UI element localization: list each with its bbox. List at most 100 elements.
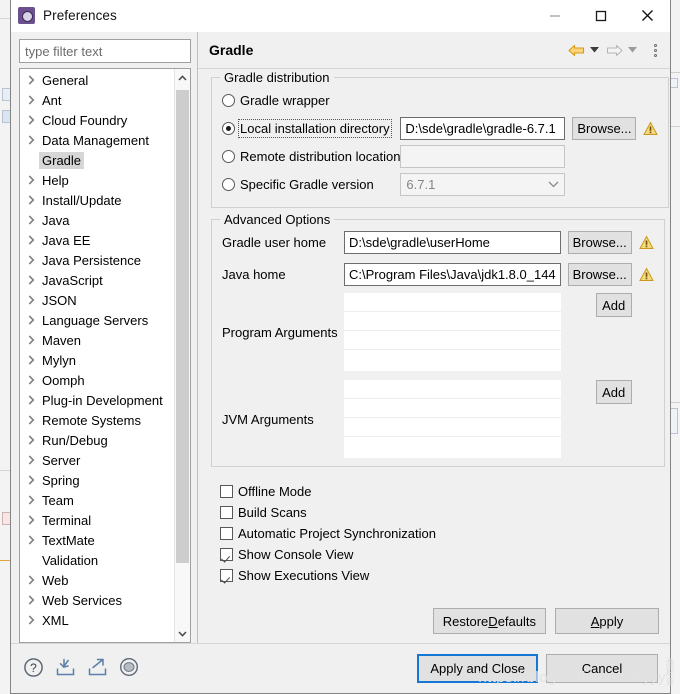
- sidebar-item-json[interactable]: JSON: [20, 290, 174, 310]
- sidebar-item-java-persistence[interactable]: Java Persistence: [20, 250, 174, 270]
- chevron-right-icon[interactable]: [24, 375, 39, 385]
- list-item[interactable]: [344, 399, 561, 418]
- sidebar-item-spring[interactable]: Spring: [20, 470, 174, 490]
- sidebar-item-data-management[interactable]: Data Management: [20, 130, 174, 150]
- list-item[interactable]: [344, 312, 561, 331]
- list-item[interactable]: [344, 331, 561, 350]
- chevron-right-icon[interactable]: [24, 115, 39, 125]
- preferences-tree[interactable]: General Ant Cloud Foundry Data Management Gr…: [20, 69, 174, 642]
- checkbox-row-show-executions-view[interactable]: Show Executions View: [220, 565, 659, 586]
- sidebar-item-mylyn[interactable]: Mylyn: [20, 350, 174, 370]
- sidebar-item-maven[interactable]: Maven: [20, 330, 174, 350]
- sidebar-item-xml[interactable]: XML: [20, 610, 174, 630]
- chevron-right-icon[interactable]: [24, 275, 39, 285]
- sidebar-item-language-servers[interactable]: Language Servers: [20, 310, 174, 330]
- sidebar-item-cloud-foundry[interactable]: Cloud Foundry: [20, 110, 174, 130]
- gradle-user-home-input[interactable]: D:\sde\gradle\userHome: [344, 230, 561, 254]
- sidebar-item-textmate[interactable]: TextMate: [20, 530, 174, 550]
- help-icon[interactable]: ?: [23, 657, 44, 681]
- checkbox-row-build-scans[interactable]: Build Scans: [220, 502, 659, 523]
- sidebar-item-general[interactable]: General: [20, 70, 174, 90]
- sidebar-item-ant[interactable]: Ant: [20, 90, 174, 110]
- browse-java-home-button[interactable]: Browse...: [567, 262, 632, 286]
- program-arguments-list[interactable]: [344, 293, 561, 371]
- chevron-right-icon[interactable]: [24, 315, 39, 325]
- chevron-right-icon[interactable]: [24, 615, 39, 625]
- chevron-right-icon[interactable]: [24, 495, 39, 505]
- sidebar-item-java[interactable]: Java: [20, 210, 174, 230]
- browse-gradle-user-home-button[interactable]: Browse...: [567, 230, 632, 254]
- radio-gradle-wrapper[interactable]: [222, 93, 235, 107]
- chevron-right-icon[interactable]: [24, 355, 39, 365]
- checkbox-row-offline-mode[interactable]: Offline Mode: [220, 481, 659, 502]
- tree-scrollbar[interactable]: [174, 69, 190, 642]
- sidebar-item-terminal[interactable]: Terminal: [20, 510, 174, 530]
- radio-row-local-installation[interactable]: Local installation directory D:\sde\grad…: [222, 115, 659, 141]
- sidebar-item-team[interactable]: Team: [20, 490, 174, 510]
- radio-remote-distribution-location[interactable]: [222, 149, 235, 163]
- tree-scrollbar-thumb[interactable]: [176, 90, 189, 563]
- scroll-up-arrow[interactable]: [175, 69, 190, 86]
- add-program-argument-button[interactable]: Add: [595, 293, 632, 317]
- checkbox-automatic-project-synchronization[interactable]: [220, 527, 233, 540]
- specific-gradle-version-dropdown[interactable]: 6.7.1: [400, 172, 566, 196]
- chevron-right-icon[interactable]: [24, 295, 39, 305]
- back-dropdown-caret[interactable]: [590, 46, 599, 55]
- chevron-right-icon[interactable]: [24, 175, 39, 185]
- radio-row-specific-version[interactable]: Specific Gradle version 6.7.1: [222, 171, 658, 197]
- remote-distribution-input[interactable]: [400, 144, 566, 168]
- checkbox-row-automatic-project-synchronization[interactable]: Automatic Project Synchronization: [220, 523, 659, 544]
- chevron-right-icon[interactable]: [24, 515, 39, 525]
- view-menu-icon[interactable]: [648, 43, 662, 57]
- list-item[interactable]: [344, 437, 561, 456]
- back-arrow-icon[interactable]: [566, 44, 587, 57]
- chevron-right-icon[interactable]: [24, 415, 39, 425]
- cancel-button[interactable]: Cancel: [546, 654, 658, 683]
- sidebar-item-install-update[interactable]: Install/Update: [20, 190, 174, 210]
- checkbox-offline-mode[interactable]: [220, 485, 233, 498]
- sidebar-item-validation[interactable]: Validation: [20, 550, 174, 570]
- list-item[interactable]: [344, 350, 561, 369]
- close-button[interactable]: [624, 0, 670, 31]
- sidebar-item-run-debug[interactable]: Run/Debug: [20, 430, 174, 450]
- chevron-right-icon[interactable]: [24, 535, 39, 545]
- sidebar-item-server[interactable]: Server: [20, 450, 174, 470]
- radio-local-installation-directory[interactable]: [222, 121, 235, 135]
- apply-and-close-button[interactable]: Apply and Close: [417, 654, 538, 683]
- scroll-down-arrow[interactable]: [175, 625, 190, 642]
- chevron-right-icon[interactable]: [24, 235, 39, 245]
- radio-specific-gradle-version[interactable]: [222, 177, 235, 191]
- chevron-right-icon[interactable]: [24, 455, 39, 465]
- filter-input[interactable]: type filter text: [19, 39, 191, 63]
- chevron-right-icon[interactable]: [24, 435, 39, 445]
- chevron-right-icon[interactable]: [24, 475, 39, 485]
- checkbox-row-show-console-view[interactable]: Show Console View: [220, 544, 659, 565]
- browse-local-installation-button[interactable]: Browse...: [572, 116, 637, 140]
- sidebar-item-web[interactable]: Web: [20, 570, 174, 590]
- chevron-right-icon[interactable]: [24, 395, 39, 405]
- minimize-button[interactable]: [532, 0, 578, 31]
- radio-row-gradle-wrapper[interactable]: Gradle wrapper: [222, 87, 658, 113]
- sidebar-item-help[interactable]: Help: [20, 170, 174, 190]
- list-item[interactable]: [344, 418, 561, 437]
- chevron-right-icon[interactable]: [24, 135, 39, 145]
- checkbox-show-console-view[interactable]: [220, 548, 233, 561]
- java-home-input[interactable]: C:\Program Files\Java\jdk1.8.0_144: [344, 262, 561, 286]
- local-installation-directory-input[interactable]: D:\sde\gradle\gradle-6.7.1: [400, 116, 566, 140]
- sidebar-item-oomph[interactable]: Oomph: [20, 370, 174, 390]
- maximize-button[interactable]: [578, 0, 624, 31]
- chevron-right-icon[interactable]: [24, 335, 39, 345]
- add-jvm-argument-button[interactable]: Add: [595, 380, 632, 404]
- chevron-right-icon[interactable]: [24, 75, 39, 85]
- chevron-right-icon[interactable]: [24, 595, 39, 605]
- jvm-arguments-list[interactable]: [344, 380, 561, 458]
- import-icon[interactable]: [55, 657, 76, 681]
- list-item[interactable]: [344, 293, 561, 312]
- sidebar-item-java-ee[interactable]: Java EE: [20, 230, 174, 250]
- radio-row-remote-distribution[interactable]: Remote distribution location: [222, 143, 658, 169]
- chevron-right-icon[interactable]: [24, 215, 39, 225]
- export-icon[interactable]: [87, 657, 108, 681]
- toggle-icon[interactable]: [119, 657, 139, 680]
- chevron-right-icon[interactable]: [24, 195, 39, 205]
- chevron-down-icon[interactable]: [542, 174, 564, 195]
